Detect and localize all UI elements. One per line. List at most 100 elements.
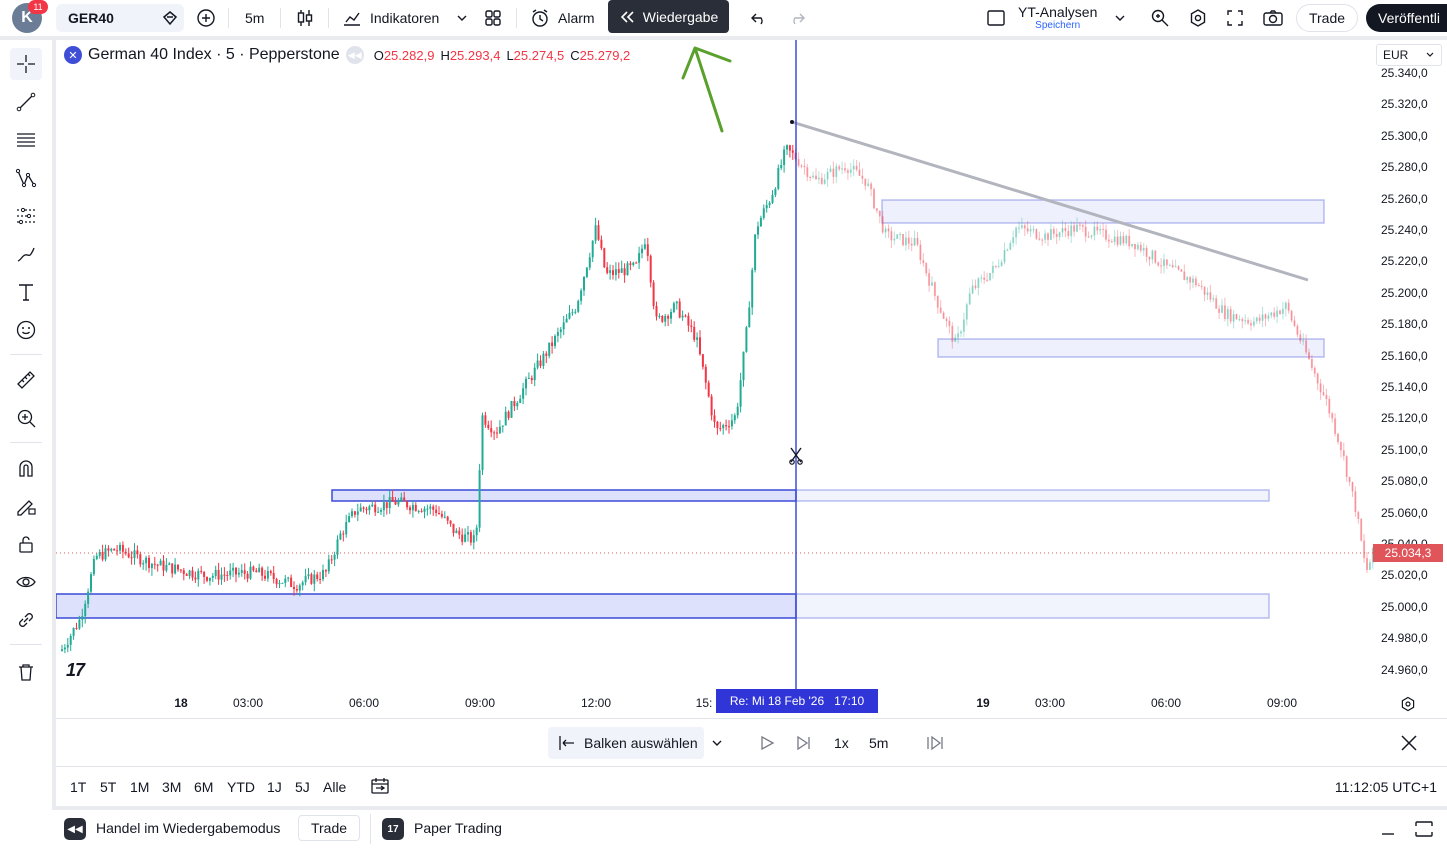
currency-select[interactable]: EUR (1376, 44, 1442, 66)
date-range-calendar-icon[interactable] (370, 777, 390, 798)
price-zone[interactable] (795, 489, 1270, 502)
emoji-tool-icon[interactable] (10, 314, 42, 346)
price-zone[interactable] (937, 338, 1325, 358)
quick-search-icon[interactable] (1150, 0, 1170, 36)
lock-drawing-pencil-icon[interactable] (10, 490, 42, 522)
candle-body (893, 238, 896, 241)
candle-body (1102, 228, 1105, 230)
candle-body (974, 285, 977, 288)
candle-body (519, 398, 522, 403)
ruler-tool-icon[interactable] (10, 364, 42, 396)
chevron-down-icon[interactable] (1114, 0, 1126, 36)
trend-line-tool-icon[interactable] (10, 86, 42, 118)
candle-body (339, 533, 342, 540)
axis-settings-gear-icon[interactable] (1400, 696, 1416, 717)
symbol-search[interactable]: GER40 (56, 4, 184, 32)
price-zone[interactable] (795, 593, 1270, 619)
pattern-tool-icon[interactable] (10, 162, 42, 194)
tradingview-logo[interactable]: 17 (66, 660, 85, 681)
maximize-panel-icon[interactable] (1414, 820, 1434, 841)
range-button[interactable]: 5T (100, 779, 116, 795)
range-button[interactable]: Alle (323, 779, 346, 795)
step-forward-icon[interactable] (796, 727, 812, 759)
redo-icon[interactable] (788, 0, 806, 36)
pin-diamond-icon[interactable] (162, 10, 178, 26)
range-button[interactable]: 1T (70, 779, 86, 795)
close-label: C (570, 47, 580, 63)
publish-button[interactable]: Veröffentli (1366, 4, 1447, 32)
range-button[interactable]: YTD (227, 779, 255, 795)
range-button[interactable]: 3M (162, 779, 181, 795)
select-bars-button[interactable]: Balken auswählen (548, 727, 704, 759)
clock[interactable]: 11:12:05 UTC+1 (1335, 779, 1437, 795)
crosshair-tool-icon[interactable] (10, 48, 42, 80)
range-button[interactable]: 1J (267, 779, 282, 795)
candle-body (585, 267, 588, 277)
candle-body (1020, 225, 1023, 228)
candle-body (478, 470, 481, 528)
trade-button[interactable]: Trade (1296, 4, 1358, 32)
indicators-button[interactable]: Indikatoren (342, 0, 439, 36)
range-button[interactable]: 6M (194, 779, 213, 795)
fullscreen-icon[interactable] (1226, 0, 1244, 36)
replay-trade-button[interactable]: Trade (298, 815, 360, 841)
interval-button[interactable]: 5m (245, 0, 264, 36)
close-replay-icon[interactable] (1400, 727, 1418, 759)
price-zone[interactable] (881, 199, 1325, 224)
undo-icon[interactable] (750, 0, 768, 36)
templates-grid-icon[interactable] (484, 0, 502, 36)
eye-visibility-icon[interactable] (10, 566, 42, 598)
candle-body (498, 426, 501, 434)
camera-icon[interactable] (1262, 0, 1284, 36)
price-chart[interactable] (56, 40, 1447, 718)
candle-body (1331, 413, 1334, 419)
candle-body (765, 205, 768, 209)
fib-levels-tool-icon[interactable] (10, 124, 42, 156)
forecast-tool-icon[interactable] (10, 200, 42, 232)
price-zone[interactable] (56, 593, 797, 619)
chevron-down-icon[interactable] (456, 0, 468, 36)
zoom-in-tool-icon[interactable] (10, 402, 42, 434)
replay-button[interactable]: Wiedergabe (608, 0, 729, 33)
candle-body (443, 516, 446, 518)
candle-body (580, 290, 583, 301)
minimize-panel-icon[interactable] (1380, 822, 1396, 839)
candle-body (145, 557, 148, 564)
candle-body (820, 177, 823, 184)
trend-line-anchor[interactable] (790, 120, 794, 124)
replay-mode-label[interactable]: Handel im Wiedergabemodus (96, 820, 280, 836)
price-tick-label: 24.980,0 (1381, 631, 1428, 646)
candle-body (411, 504, 414, 511)
magnet-tool-icon[interactable] (10, 452, 42, 484)
candle-body (452, 523, 455, 534)
range-button[interactable]: 1M (130, 779, 149, 795)
replay-trade-label: Trade (310, 820, 348, 836)
range-button[interactable]: 5J (295, 779, 310, 795)
chart-panel[interactable]: ✕ German 40 Index · 5 · Pepperstone ◀◀ O… (56, 40, 1447, 806)
candle-type-icon[interactable] (296, 0, 314, 36)
candle-body (295, 589, 298, 591)
trash-icon[interactable] (10, 656, 42, 688)
chevron-down-icon[interactable] (711, 727, 723, 759)
time-tick-label: 06:00 (348, 696, 380, 710)
candle-body (206, 576, 208, 581)
brush-tool-icon[interactable] (10, 238, 42, 270)
candle-body (1064, 228, 1067, 231)
add-symbol-icon[interactable] (196, 0, 216, 36)
text-tool-icon[interactable] (10, 276, 42, 308)
unlock-icon[interactable] (10, 528, 42, 560)
paper-trading-label[interactable]: Paper Trading (414, 820, 502, 836)
jump-to-realtime-icon[interactable] (926, 727, 944, 759)
candle-body (1055, 234, 1058, 237)
candle-body (1067, 230, 1070, 237)
replay-interval-button[interactable]: 5m (869, 727, 888, 759)
alarm-button[interactable]: Alarm (530, 0, 595, 36)
settings-gear-icon[interactable] (1188, 0, 1208, 36)
play-icon[interactable] (759, 727, 775, 759)
layout-select-icon[interactable] (986, 0, 1006, 36)
layout-name-button[interactable]: YT-Analysen Speichern (1018, 0, 1097, 36)
speed-button[interactable]: 1x (834, 727, 849, 759)
link-icon[interactable] (10, 604, 42, 636)
exchange-logo-icon[interactable]: ✕ (64, 46, 82, 64)
symbol-title[interactable]: German 40 Index · 5 · Pepperstone (88, 46, 340, 64)
